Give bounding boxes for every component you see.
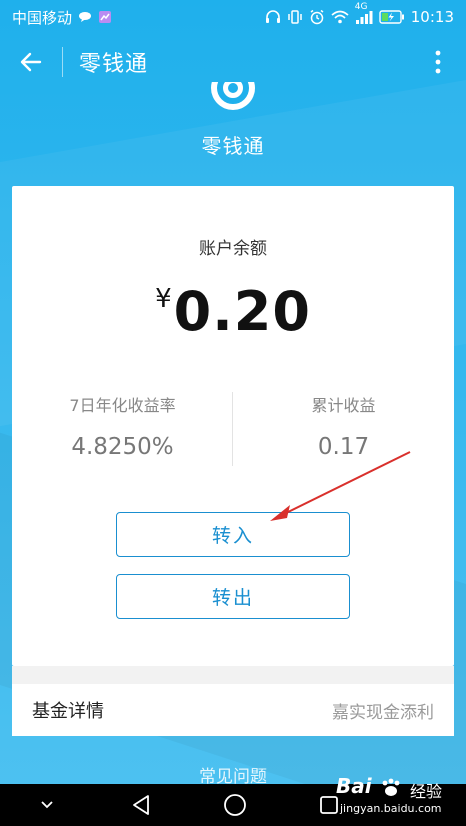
product-logo-icon (209, 82, 257, 112)
vibrate-icon (287, 9, 303, 25)
balance-amount: 0.20 (173, 280, 311, 343)
fund-name-value: 嘉实现金添利 (332, 702, 434, 723)
account-balance-label: 账户余额 (199, 239, 267, 259)
transfer-in-button[interactable]: 转入 (116, 512, 350, 557)
status-bar: 中国移动 4G 10:13 (0, 0, 466, 34)
balance-card: 账户余额 ¥ 0.20 7日年化收益率 4.8250% 累计收益 0.17 转入… (12, 186, 454, 666)
section-gap (12, 666, 454, 684)
alarm-icon (309, 9, 325, 25)
signal-icon: 4G (355, 2, 373, 24)
nav-home-button[interactable] (188, 784, 282, 826)
clock-label: 10:13 (410, 8, 454, 26)
yield-value: 4.8250% (71, 434, 174, 460)
yield-label: 7日年化收益率 (69, 396, 176, 415)
network-type-label: 4G (354, 2, 368, 12)
transfer-out-button[interactable]: 转出 (116, 574, 350, 619)
nav-back-button[interactable] (94, 784, 188, 826)
paw-icon (380, 778, 402, 801)
currency-symbol: ¥ (155, 284, 172, 314)
product-name: 零钱通 (201, 134, 265, 158)
product-header: 零钱通 (0, 82, 466, 182)
fund-detail-label: 基金详情 (32, 701, 104, 722)
page-title: 零钱通 (79, 52, 149, 77)
wifi-icon (331, 10, 349, 24)
watermark-url: jingyan.baidu.com (340, 802, 442, 815)
headphones-icon (265, 9, 281, 25)
earnings-stat: 累计收益 0.17 (233, 392, 454, 468)
carrier-label: 中国移动 (12, 8, 73, 27)
baidu-watermark: Bai 经验 jingyan.baidu.com (336, 772, 460, 816)
gallery-icon (98, 10, 112, 24)
fund-detail-row[interactable]: 基金详情 嘉实现金添利 (12, 684, 454, 736)
balance-display: ¥ 0.20 (12, 280, 454, 343)
earnings-value: 0.17 (317, 434, 370, 460)
earnings-label: 累计收益 (311, 396, 376, 415)
chevron-down-icon (41, 801, 53, 809)
yield-stat: 7日年化收益率 4.8250% (12, 392, 233, 468)
more-vertical-icon (435, 50, 441, 74)
battery-charging-icon (379, 10, 405, 24)
watermark-brand: Bai (336, 774, 372, 798)
triangle-back-icon (133, 795, 149, 815)
stats-row: 7日年化收益率 4.8250% 累计收益 0.17 (12, 392, 454, 468)
back-arrow-icon (20, 52, 42, 72)
chat-bubble-icon (78, 11, 92, 23)
appbar-divider (62, 47, 63, 77)
stats-divider (232, 392, 233, 466)
watermark-brand-jingyan: 经验 (410, 782, 443, 801)
circle-home-icon (224, 794, 246, 816)
nav-collapse-button[interactable] (0, 784, 94, 826)
